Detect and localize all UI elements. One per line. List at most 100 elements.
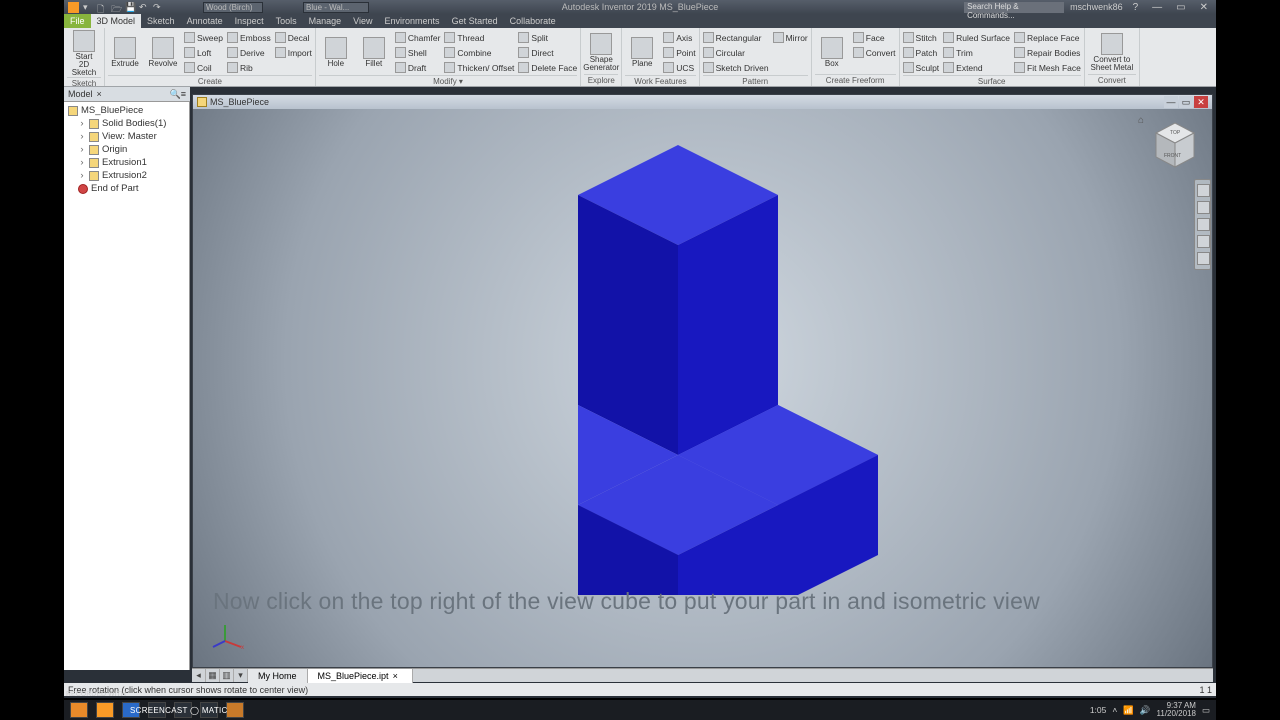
tab-view[interactable]: View (347, 14, 378, 28)
draft-button[interactable]: Draft (395, 60, 441, 75)
material-dropdown[interactable]: Wood (Birch) (203, 2, 263, 13)
browser-search-icon[interactable]: 🔍 (170, 89, 181, 100)
convert-sheetmetal-button[interactable]: Convert to Sheet Metal (1088, 30, 1136, 74)
import-button[interactable]: Import (275, 45, 312, 60)
nav-zoom[interactable] (1197, 218, 1210, 231)
user-name[interactable]: mschwenk86 (1070, 2, 1123, 12)
shape-generator-button[interactable]: Shape Generator (584, 30, 618, 74)
freeform-face-button[interactable]: Face (853, 30, 896, 45)
tree-extrusion2[interactable]: ›Extrusion2 (64, 169, 189, 182)
ruled-surface-button[interactable]: Ruled Surface (943, 30, 1010, 45)
sketch-driven-button[interactable]: Sketch Driven (703, 60, 769, 75)
file-tab[interactable]: File (64, 14, 91, 28)
revolve-button[interactable]: Revolve (146, 30, 180, 75)
taskbar-app4[interactable] (226, 702, 244, 718)
fillet-button[interactable]: Fillet (357, 30, 391, 75)
rib-button[interactable]: Rib (227, 60, 271, 75)
emboss-button[interactable]: Emboss (227, 30, 271, 45)
tray-up-icon[interactable]: ˄ (1112, 705, 1117, 715)
doctab-list[interactable]: ▾ (234, 669, 248, 682)
tab-3d-model[interactable]: 3D Model (91, 14, 142, 28)
nav-lookat[interactable] (1197, 252, 1210, 265)
nav-pan[interactable] (1197, 201, 1210, 214)
tree-root[interactable]: MS_BluePiece (64, 104, 189, 117)
close-tab-icon[interactable]: × (389, 671, 402, 681)
help-icon[interactable]: ? (1129, 2, 1143, 13)
view-cube[interactable]: ⌂ FRONT TOP (1150, 117, 1200, 172)
part-model[interactable] (488, 115, 918, 595)
plane-button[interactable]: Plane (625, 30, 659, 75)
extrude-button[interactable]: Extrude (108, 30, 142, 75)
tab-collaborate[interactable]: Collaborate (504, 14, 562, 28)
doctab-tile2[interactable]: ▥ (220, 669, 234, 682)
shell-button[interactable]: Shell (395, 45, 441, 60)
sculpt-button[interactable]: Sculpt (903, 60, 940, 75)
browser-close-icon[interactable]: × (97, 89, 102, 99)
tray-volume-icon[interactable]: 🔊 (1140, 705, 1151, 716)
tray-network-icon[interactable]: 📶 (1123, 705, 1134, 716)
tree-end-of-part[interactable]: End of Part (64, 182, 189, 195)
taskbar-inventor[interactable] (96, 702, 114, 718)
tree-view-master[interactable]: ›View: Master (64, 130, 189, 143)
doctab-tile[interactable]: ▦ (206, 669, 220, 682)
split-button[interactable]: Split (518, 30, 577, 45)
point-button[interactable]: Point (663, 45, 695, 60)
decal-button[interactable]: Decal (275, 30, 312, 45)
close-button[interactable]: ✕ (1196, 2, 1212, 13)
tab-manage[interactable]: Manage (303, 14, 348, 28)
coil-button[interactable]: Coil (184, 60, 223, 75)
direct-button[interactable]: Direct (518, 45, 577, 60)
hole-button[interactable]: Hole (319, 30, 353, 75)
doc-close-button[interactable]: ✕ (1194, 96, 1208, 108)
rectangular-pattern-button[interactable]: Rectangular (703, 30, 769, 45)
nav-orbit[interactable] (1197, 235, 1210, 248)
sweep-button[interactable]: Sweep (184, 30, 223, 45)
mirror-button[interactable]: Mirror (773, 30, 808, 45)
thicken-offset-button[interactable]: Thicken/ Offset (444, 60, 514, 75)
axis-button[interactable]: Axis (663, 30, 695, 45)
tab-annotate[interactable]: Annotate (181, 14, 229, 28)
circular-pattern-button[interactable]: Circular (703, 45, 769, 60)
doc-maximize-button[interactable]: ▭ (1179, 96, 1193, 108)
taskbar-chrome[interactable] (70, 702, 88, 718)
tab-my-home[interactable]: My Home (248, 669, 308, 683)
patch-button[interactable]: Patch (903, 45, 940, 60)
tab-inspect[interactable]: Inspect (229, 14, 270, 28)
tree-solid-bodies[interactable]: ›Solid Bodies(1) (64, 117, 189, 130)
doc-minimize-button[interactable]: — (1164, 96, 1178, 108)
thread-button[interactable]: Thread (444, 30, 514, 45)
minimize-button[interactable]: — (1148, 2, 1166, 13)
help-search[interactable]: Search Help & Commands... (964, 2, 1064, 13)
start-2d-sketch-button[interactable]: Start 2D Sketch (67, 30, 101, 77)
appearance-dropdown[interactable]: Blue - Wal... (303, 2, 369, 13)
quick-access-toolbar[interactable]: ▾🗋🗁💾↶↷ (83, 2, 163, 12)
system-clock[interactable]: 9:37 AM11/20/2018 (1157, 702, 1196, 718)
home-view-icon[interactable]: ⌂ (1138, 115, 1144, 126)
tab-sketch[interactable]: Sketch (141, 14, 181, 28)
repair-bodies-button[interactable]: Repair Bodies (1014, 45, 1081, 60)
viewport[interactable]: ⌂ FRONT TOP Now click on the top right o… (193, 109, 1212, 667)
stitch-button[interactable]: Stitch (903, 30, 940, 45)
doctab-prev[interactable]: ◂ (192, 669, 206, 682)
ucs-button[interactable]: UCS (663, 60, 695, 75)
maximize-button[interactable]: ▭ (1172, 2, 1189, 13)
replace-face-button[interactable]: Replace Face (1014, 30, 1081, 45)
tab-bluepiece[interactable]: MS_BluePiece.ipt× (308, 669, 413, 683)
trim-button[interactable]: Trim (943, 45, 1010, 60)
tab-get-started[interactable]: Get Started (446, 14, 504, 28)
browser-menu-icon[interactable]: ≡ (181, 89, 186, 99)
delete-face-button[interactable]: Delete Face (518, 60, 577, 75)
tab-environments[interactable]: Environments (379, 14, 446, 28)
tree-origin[interactable]: ›Origin (64, 143, 189, 156)
box-button[interactable]: Box (815, 30, 849, 74)
chamfer-button[interactable]: Chamfer (395, 30, 441, 45)
extend-button[interactable]: Extend (943, 60, 1010, 75)
loft-button[interactable]: Loft (184, 45, 223, 60)
tab-tools[interactable]: Tools (270, 14, 303, 28)
combine-button[interactable]: Combine (444, 45, 514, 60)
tray-notifications-icon[interactable]: ▭ (1202, 705, 1210, 716)
derive-button[interactable]: Derive (227, 45, 271, 60)
tree-extrusion1[interactable]: ›Extrusion1 (64, 156, 189, 169)
freeform-convert-button[interactable]: Convert (853, 45, 896, 60)
fit-mesh-face-button[interactable]: Fit Mesh Face (1014, 60, 1081, 75)
